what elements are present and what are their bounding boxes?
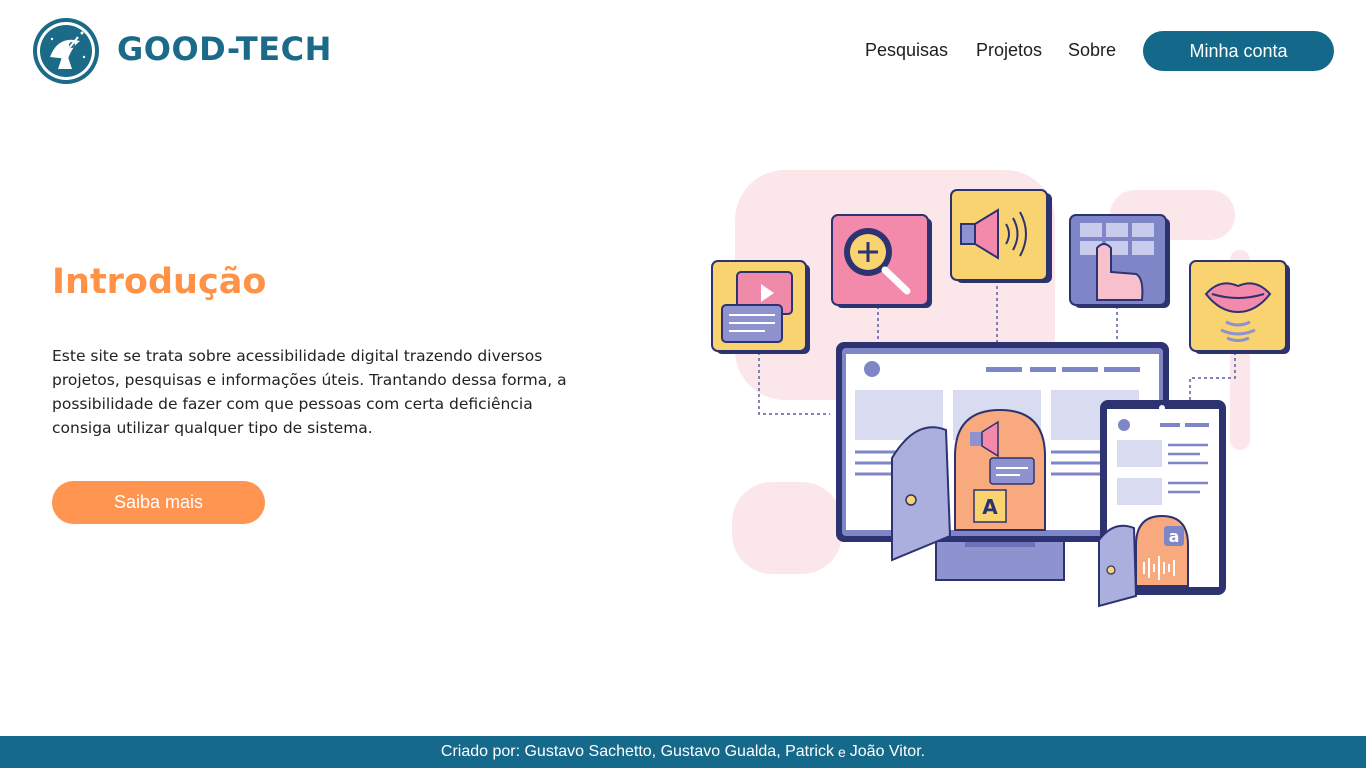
lips-speech-icon [1189, 260, 1290, 354]
footer-credits: Criado por: Gustavo Sachetto, Gustavo Gu… [440, 743, 834, 760]
hero-title: Introdução [52, 262, 267, 302]
my-account-button[interactable]: Minha conta [1143, 31, 1334, 71]
video-chat-icon [711, 260, 810, 354]
nav-link-projetos[interactable]: Projetos [976, 40, 1042, 61]
nav-link-pesquisas[interactable]: Pesquisas [865, 40, 948, 61]
zoom-in-icon [831, 214, 932, 308]
site-header: GOOD-TECH Pesquisas Projetos Sobre Minha… [0, 0, 1366, 100]
speaker-icon [950, 189, 1052, 283]
hero-description: Este site se trata sobre acessibilidade … [52, 347, 567, 437]
satellite-dish-icon[interactable] [32, 17, 100, 85]
svg-text:A: A [982, 495, 998, 519]
touch-keyboard-icon [1069, 214, 1170, 308]
accessibility-illustration: A a [711, 170, 1290, 608]
footer-credits-end: João Vitor. [849, 743, 926, 760]
svg-text:a: a [1169, 527, 1180, 546]
tablet-icon: a [1098, 400, 1226, 608]
learn-more-button[interactable]: Saiba mais [52, 481, 265, 524]
nav-link-sobre[interactable]: Sobre [1068, 40, 1116, 61]
site-footer: Criado por: Gustavo Sachetto, Gustavo Gu… [0, 736, 1366, 768]
footer-conjunction: e [837, 744, 846, 760]
brand-name[interactable]: GOOD-TECH [117, 30, 332, 68]
